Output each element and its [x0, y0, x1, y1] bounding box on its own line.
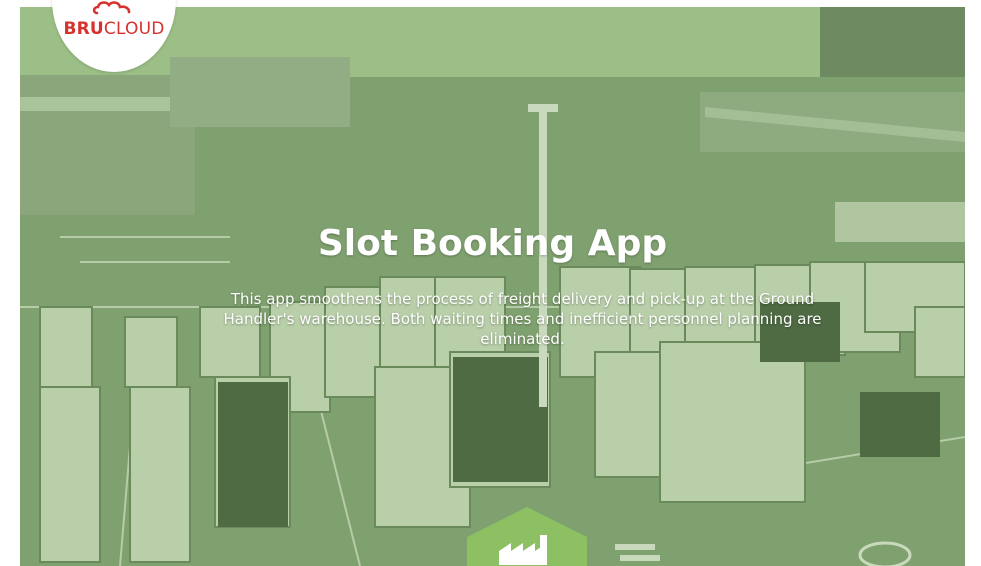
page-description: This app smoothens the process of freigh…: [223, 290, 822, 348]
page-title: Slot Booking App: [317, 223, 668, 264]
hero-banner: Slot Booking App This app smoothens the …: [20, 7, 965, 566]
cloud-logo-icon: [92, 1, 131, 15]
brand-name-light: CLOUD: [103, 19, 165, 39]
factory-icon: [467, 507, 587, 566]
hero-background-image: [20, 7, 965, 566]
brand-name-bold: BRU: [63, 19, 104, 39]
brand-name: BRUCLOUD: [63, 21, 164, 38]
